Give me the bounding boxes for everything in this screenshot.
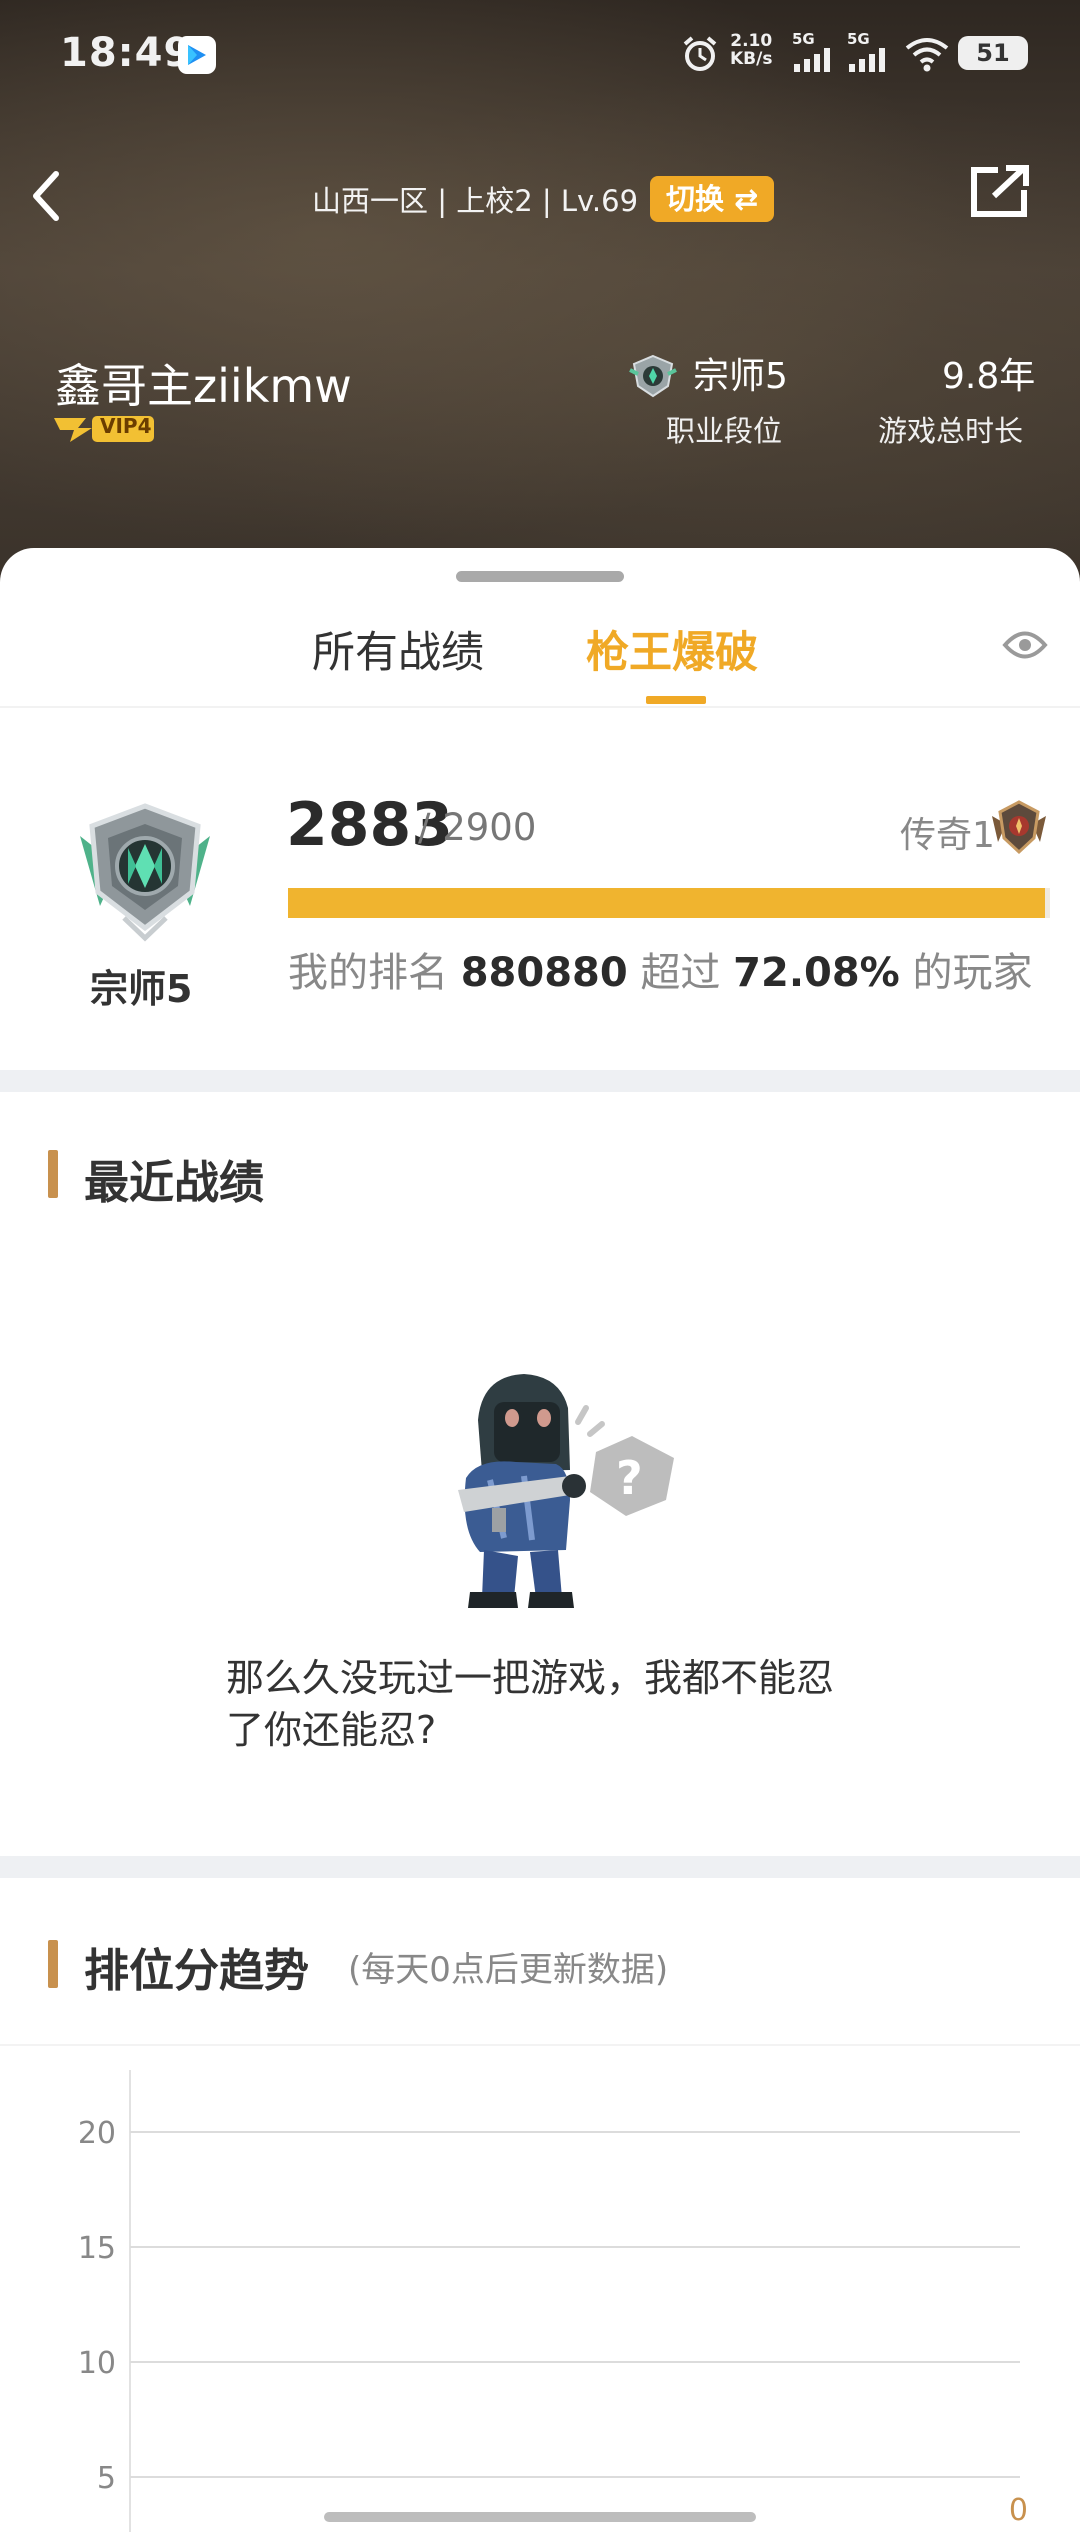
signal-2-icon: 5G [847,30,891,76]
section-gap [0,1856,1080,1878]
section-marker [48,1150,58,1198]
signal-1-icon: 5G [792,30,836,76]
battery-icon: 51 [958,36,1028,70]
status-time: 18:49 [60,30,193,76]
y-tick-label: 5 [97,2461,116,2496]
ranking-summary: 我的排名 880880 超过 72.08% 的玩家 [288,950,1033,996]
network-speed: 2.10 KB/s [730,31,773,69]
trend-divider [0,2044,1080,2046]
wifi-icon [905,38,949,72]
y-tick-label: 20 [78,2116,116,2151]
rank-label: 职业段位 [666,414,783,448]
y-tick-label: 15 [78,2231,116,2266]
app-notification-icon [178,36,216,74]
exceed-percent: 72.08% [733,950,900,996]
data-value-label: 0 [1009,2493,1028,2528]
rank-trend-note: (每天0点后更新数据) [348,1950,669,1990]
rank-trend-title: 排位分趋势 [84,1944,310,1997]
sheet-grabber[interactable] [456,571,624,582]
play-years-value: 9.8年 [942,356,1036,397]
legend-rank-emblem-icon [992,800,1046,855]
rank-score-max: / 2900 [418,806,537,849]
rank-progress-fill [288,888,1046,918]
y-tick-label: 10 [78,2346,116,2381]
rank-name: 宗师5 [90,967,193,1011]
svg-text:?: ? [616,1451,643,1505]
home-indicator[interactable] [324,2512,756,2522]
status-icons: 2.10 KB/s 5G 5G 51 [680,30,1040,80]
eye-icon[interactable] [1002,628,1048,662]
alarm-icon [683,36,717,71]
active-tab-indicator [646,696,706,704]
section-gap [0,1070,1080,1092]
server-rank-level: 山西一区 | 上校2 | Lv.69 [312,184,639,218]
confused-soldier-illustration: ? [458,1374,674,1608]
section-marker [48,1940,58,1988]
rank-emblem-small-icon [629,354,677,398]
grandmaster-rank-emblem-icon [80,803,210,942]
tab-sniper-blast[interactable]: 枪王爆破 [586,618,758,680]
play-years-label: 游戏总时长 [878,414,1024,448]
next-rank-label: 传奇1 [900,815,995,856]
rank-value: 宗师5 [693,356,788,397]
back-arrow-icon[interactable] [26,168,66,224]
ranking-value: 880880 [460,950,628,996]
empty-state-message: 那么久没玩过一把游戏，我都不能忍了你还能忍? [226,1656,835,1752]
share-icon[interactable] [968,164,1032,220]
rank-trend-chart: 20 15 10 5 0 [78,2070,1028,2532]
vip-label: VIP4 [100,414,152,438]
tab-divider [0,706,1080,708]
player-name: 鑫哥主ziikmw [55,359,352,413]
profile-header-background [0,0,1080,600]
tab-all-records[interactable]: 所有战绩 [312,618,484,680]
recent-records-title: 最近战绩 [84,1156,265,1209]
switch-button[interactable]: 切换 ⇄ [650,176,775,222]
